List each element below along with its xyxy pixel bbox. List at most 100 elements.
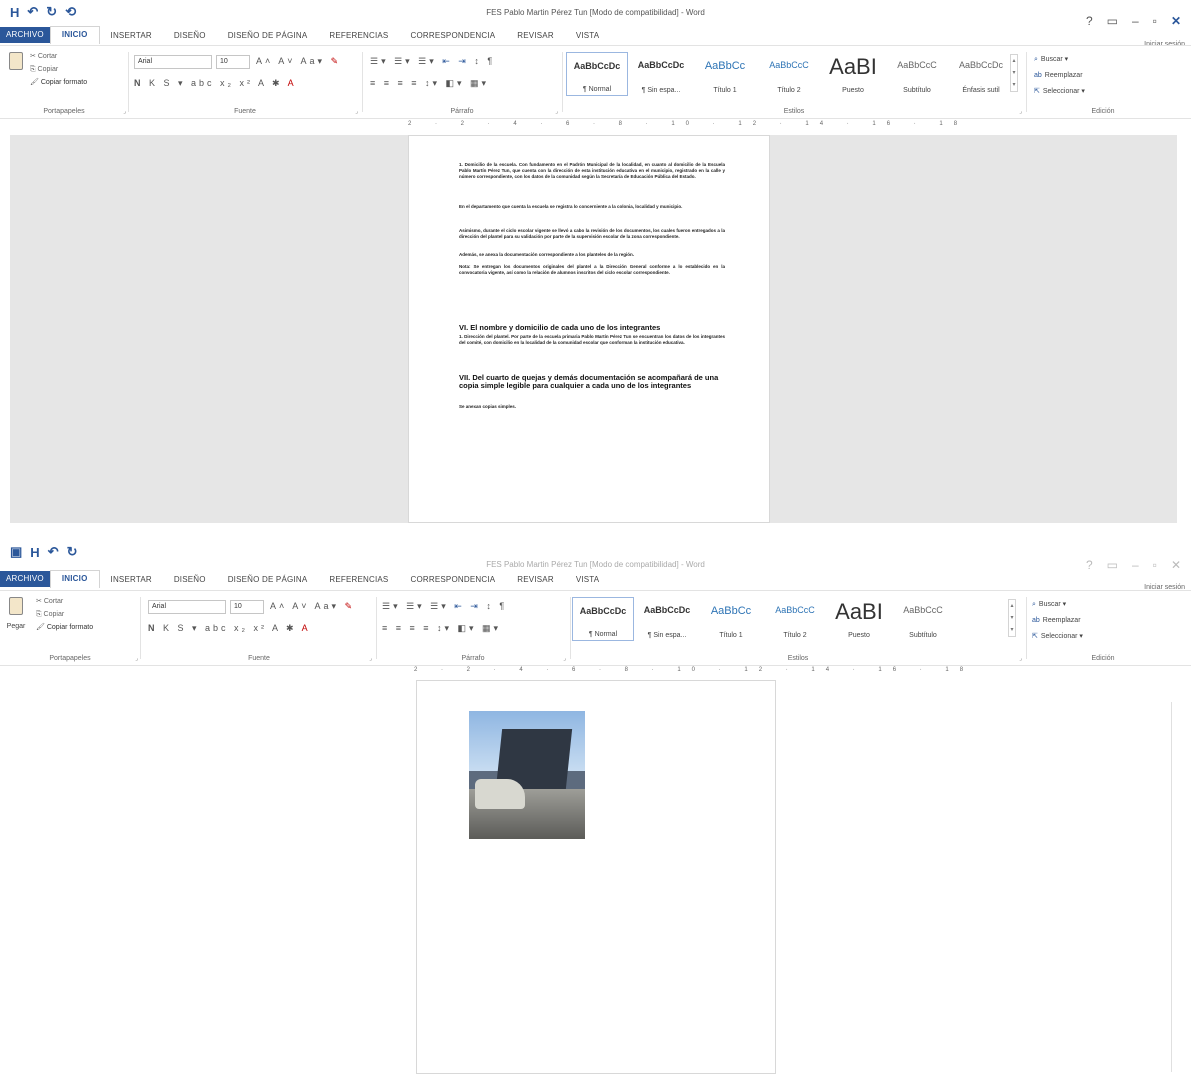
style-subtitle[interactable]: AaBbCcC Subtítulo (892, 597, 954, 641)
copy-button[interactable]: ⎘ Copiar (36, 608, 93, 621)
font-size-tools[interactable]: A˄ A˅ Aa▾ ✎ (256, 56, 341, 67)
style-normal[interactable]: AaBbCcDc ¶ Normal (566, 52, 628, 96)
style-no-spacing[interactable]: AaBbCcDc ¶ Sin espa... (636, 597, 698, 641)
paragraph-launcher-icon[interactable]: ⌟ (563, 655, 566, 662)
tab-page-layout[interactable]: DISEÑO DE PÁGINA (217, 575, 319, 584)
select-button[interactable]: ⇱ Seleccionar ▾ (1032, 629, 1083, 645)
format-painter-button[interactable]: 🖌 Copiar formato (36, 621, 93, 634)
style-heading-1[interactable]: AaBbCc Título 1 (694, 52, 756, 96)
paste-button[interactable]: Pegar (6, 597, 26, 633)
style-sample: AaBbCc (710, 605, 752, 617)
paste-button[interactable] (6, 52, 26, 70)
style-name: ¶ Normal (582, 86, 612, 93)
font-launcher-icon[interactable]: ⌟ (355, 108, 358, 115)
redo-icon[interactable]: ↻ (67, 544, 78, 560)
inserted-photo[interactable] (469, 711, 585, 839)
style-heading-2[interactable]: AaBbCcC Título 2 (764, 597, 826, 641)
tab-review[interactable]: REVISAR (506, 31, 565, 40)
tab-file[interactable]: ARCHIVO (0, 571, 50, 587)
word-app-icon[interactable]: ▣ (10, 544, 22, 560)
tab-mailings[interactable]: CORRESPONDENCIA (399, 575, 506, 584)
clipboard-launcher-icon[interactable]: ⌟ (123, 108, 126, 115)
document-page[interactable]: 1. Domicilio de la escuela. Con fundamen… (408, 135, 770, 523)
style-heading-2[interactable]: AaBbCcC Título 2 (758, 52, 820, 96)
style-sample: AaBbCcC (769, 60, 809, 70)
tab-page-layout[interactable]: DISEÑO DE PÁGINA (217, 31, 319, 40)
style-sample: AaBbCcC (903, 605, 943, 615)
tab-insert[interactable]: INSERTAR (100, 575, 163, 584)
tab-design[interactable]: DISEÑO (163, 31, 217, 40)
cut-label: Cortar (43, 598, 64, 605)
group-divider (1026, 52, 1027, 112)
list-tools[interactable]: ☰▾ ☰▾ ☰▾ ⇤ ⇥ ↕ ¶ (370, 56, 495, 67)
font-name-select[interactable]: Arial (148, 600, 226, 614)
tab-view[interactable]: VISTA (565, 575, 611, 584)
document-page[interactable] (416, 680, 776, 1074)
cut-button[interactable]: ✂ Cortar (30, 50, 87, 63)
find-label: Buscar (1038, 601, 1061, 608)
group-divider (1026, 597, 1027, 659)
format-painter-button[interactable]: 🖌 Copiar formato (30, 76, 87, 89)
style-title[interactable]: AaBI Puesto (828, 597, 890, 641)
alignment-tools[interactable]: ≡ ≡ ≡ ≡ ↕▾ ◧▾ ▦▾ (382, 623, 501, 634)
replace-button[interactable]: ab Reemplazar (1034, 68, 1085, 84)
style-no-spacing[interactable]: AaBbCcDc ¶ Sin espa... (630, 52, 692, 96)
style-name: Subtítulo (909, 632, 937, 639)
styles-group: AaBbCcDc ¶ Normal AaBbCcDc ¶ Sin espa... A… (572, 591, 1024, 665)
horizontal-ruler[interactable]: 2 · 2 · 4 · 6 · 8 · 10 · 12 · 14 · 16 · … (414, 667, 974, 679)
list-tools[interactable]: ☰▾ ☰▾ ☰▾ ⇤ ⇥ ↕ ¶ (382, 601, 507, 612)
tab-references[interactable]: REFERENCIAS (318, 31, 399, 40)
styles-launcher-icon[interactable]: ⌟ (1019, 108, 1022, 115)
paragraph: Nota: Se entregan los documentos origina… (459, 264, 725, 275)
font-format-tools[interactable]: N K S ▾ abc x₂ x² A ✱ A (134, 78, 297, 89)
styles-group-label: Estilos (787, 655, 809, 662)
binoculars-icon: ⌕ (1032, 601, 1036, 608)
paste-icon (9, 52, 23, 70)
find-button[interactable]: ⌕ Buscar ▾ (1034, 52, 1085, 68)
style-title[interactable]: AaBI Puesto (822, 52, 884, 96)
tab-references[interactable]: REFERENCIAS (318, 575, 399, 584)
copy-button[interactable]: ⎘ Copiar (30, 63, 87, 76)
horizontal-ruler[interactable]: 2 · 2 · 4 · 6 · 8 · 10 · 12 · 14 · 16 · … (408, 121, 968, 133)
ribbon-tabs: ARCHIVO INICIO INSERTAR DISEÑO DISEÑO DE… (0, 26, 1191, 44)
tab-design[interactable]: DISEÑO (163, 575, 217, 584)
styles-scroll-icon[interactable]: ▴ ▾ ▾ (1010, 54, 1018, 92)
ribbon: Pegar ✂ Cortar ⎘ Copiar 🖌 Copiar formato… (0, 590, 1191, 666)
tab-home[interactable]: INICIO (49, 570, 100, 588)
find-button[interactable]: ⌕ Buscar ▾ (1032, 597, 1083, 613)
vertical-scrollbar[interactable] (1171, 702, 1177, 1072)
cut-button[interactable]: ✂ Cortar (36, 595, 93, 608)
style-heading-1[interactable]: AaBbCc Título 1 (700, 597, 762, 641)
style-name: ¶ Normal (588, 631, 618, 638)
font-size-select[interactable]: 10 (216, 55, 250, 69)
styles-launcher-icon[interactable]: ⌟ (1019, 655, 1022, 662)
style-sample: AaBbCcDc (637, 60, 685, 70)
undo-icon[interactable]: ↶ (48, 544, 59, 560)
clipboard-actions: ✂ Cortar ⎘ Copiar 🖌 Copiar formato (30, 50, 87, 89)
font-launcher-icon[interactable]: ⌟ (369, 655, 372, 662)
style-subtle-emphasis[interactable]: AaBbCcDc Énfasis sutil (950, 52, 1012, 96)
styles-scroll-icon[interactable]: ▴ ▾ ▾ (1008, 599, 1016, 637)
font-name-select[interactable]: Arial (134, 55, 212, 69)
save-icon[interactable]: H (30, 545, 39, 560)
paragraph-launcher-icon[interactable]: ⌟ (555, 108, 558, 115)
tab-mailings[interactable]: CORRESPONDENCIA (399, 31, 506, 40)
tab-insert[interactable]: INSERTAR (100, 31, 163, 40)
select-button[interactable]: ⇱ Seleccionar ▾ (1034, 84, 1085, 100)
clipboard-launcher-icon[interactable]: ⌟ (135, 655, 138, 662)
tab-review[interactable]: REVISAR (506, 575, 565, 584)
font-size-tools[interactable]: A˄ A˅ Aa▾ ✎ (270, 601, 355, 612)
tab-file[interactable]: ARCHIVO (0, 27, 50, 43)
paragraph-group: ☰▾ ☰▾ ☰▾ ⇤ ⇥ ↕ ¶ ≡ ≡ ≡ ≡ ↕▾ ◧▾ ▦▾ Párraf… (364, 46, 560, 118)
binoculars-icon: ⌕ (1034, 56, 1038, 63)
alignment-tools[interactable]: ≡ ≡ ≡ ≡ ↕▾ ◧▾ ▦▾ (370, 78, 489, 89)
tab-home[interactable]: INICIO (49, 26, 100, 44)
style-normal[interactable]: AaBbCcDc ¶ Normal (572, 597, 634, 641)
style-name: Puesto (842, 87, 864, 94)
font-format-tools[interactable]: N K S ▾ abc x₂ x² A ✱ A (148, 623, 311, 634)
copy-label: Copiar (37, 66, 59, 73)
style-subtitle[interactable]: AaBbCcC Subtítulo (886, 52, 948, 96)
tab-view[interactable]: VISTA (565, 31, 611, 40)
font-size-select[interactable]: 10 (230, 600, 264, 614)
replace-button[interactable]: ab Reemplazar (1032, 613, 1083, 629)
